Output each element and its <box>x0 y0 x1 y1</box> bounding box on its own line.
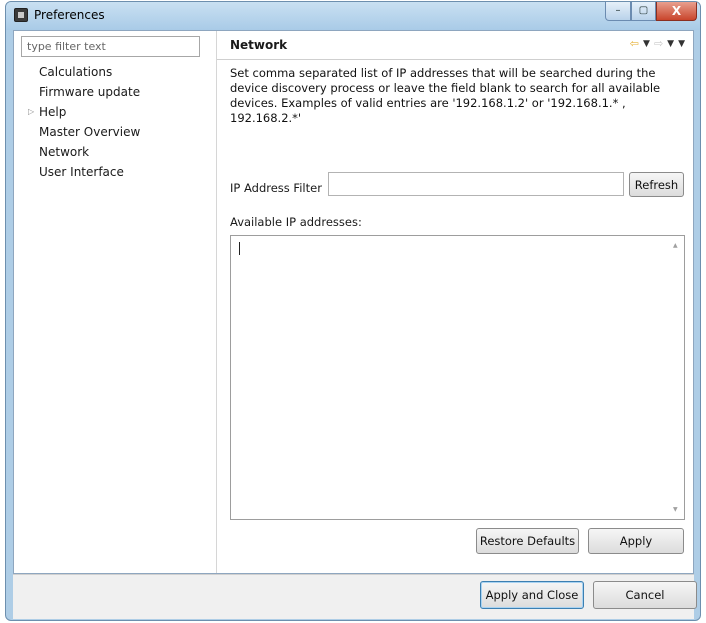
tree-item-label: Help <box>39 105 67 119</box>
maximize-button[interactable]: ▢ <box>631 2 656 21</box>
back-arrow-icon[interactable]: ⇦ <box>630 37 639 50</box>
tree-item-master-overview[interactable]: Master Overview <box>22 122 202 142</box>
window-title: Preferences <box>34 8 105 22</box>
page-title: Network <box>230 38 288 52</box>
forward-arrow-icon[interactable]: ⇨ <box>654 37 663 50</box>
tree-item-label: Network <box>39 145 90 159</box>
dialog-client-area: Calculations Firmware update ▷ Help Mast… <box>13 30 694 574</box>
cancel-button[interactable]: Cancel <box>593 581 697 609</box>
tree-item-calculations[interactable]: Calculations <box>22 62 202 82</box>
filter-input[interactable] <box>21 36 200 57</box>
tree-item-firmware-update[interactable]: Firmware update <box>22 82 202 102</box>
expand-arrow-icon[interactable]: ▷ <box>28 102 34 122</box>
tree-item-label: User Interface <box>39 165 124 179</box>
ip-filter-input[interactable] <box>328 172 624 196</box>
available-ip-label: Available IP addresses: <box>230 215 362 229</box>
scroll-down-arrow-icon[interactable]: ▼ <box>673 506 678 513</box>
dialog-button-bar: Apply and Close Cancel <box>13 574 697 619</box>
minimize-button[interactable]: – <box>605 2 631 21</box>
page-header: Network ⇦ ▼ ⇨ ▼ ▼ <box>217 31 693 60</box>
tree-item-user-interface[interactable]: User Interface <box>22 162 202 182</box>
title-bar[interactable]: Preferences – ▢ X <box>6 2 700 30</box>
page-description: Set comma separated list of IP addresses… <box>230 66 661 125</box>
scroll-up-arrow-icon[interactable]: ▲ <box>673 242 678 249</box>
back-menu-chevron-icon[interactable]: ▼ <box>643 37 650 50</box>
preferences-tree: Calculations Firmware update ▷ Help Mast… <box>22 62 202 182</box>
history-nav: ⇦ ▼ ⇨ ▼ ▼ <box>630 37 685 50</box>
tree-item-help[interactable]: ▷ Help <box>22 102 202 122</box>
tree-item-label: Master Overview <box>39 125 141 139</box>
text-caret <box>239 242 240 255</box>
view-menu-chevron-icon[interactable]: ▼ <box>678 37 685 50</box>
apply-and-close-button[interactable]: Apply and Close <box>480 581 584 609</box>
restore-defaults-button[interactable]: Restore Defaults <box>476 528 579 554</box>
close-button[interactable]: X <box>656 2 697 21</box>
ip-filter-label: IP Address Filter <box>230 181 322 195</box>
vertical-scrollbar[interactable]: ▲ ▼ <box>667 236 684 519</box>
preferences-window: Preferences – ▢ X Calculations Firmware … <box>5 1 701 621</box>
tree-item-label: Calculations <box>39 65 113 79</box>
refresh-button[interactable]: Refresh <box>629 172 684 197</box>
available-ip-textarea[interactable]: ▲ ▼ <box>230 235 685 520</box>
tree-item-label: Firmware update <box>39 85 141 99</box>
network-page: Network ⇦ ▼ ⇨ ▼ ▼ Set comma separated li… <box>217 31 693 573</box>
forward-menu-chevron-icon[interactable]: ▼ <box>667 37 674 50</box>
app-icon <box>14 8 28 22</box>
tree-item-network[interactable]: Network <box>22 142 202 162</box>
apply-button[interactable]: Apply <box>588 528 684 554</box>
